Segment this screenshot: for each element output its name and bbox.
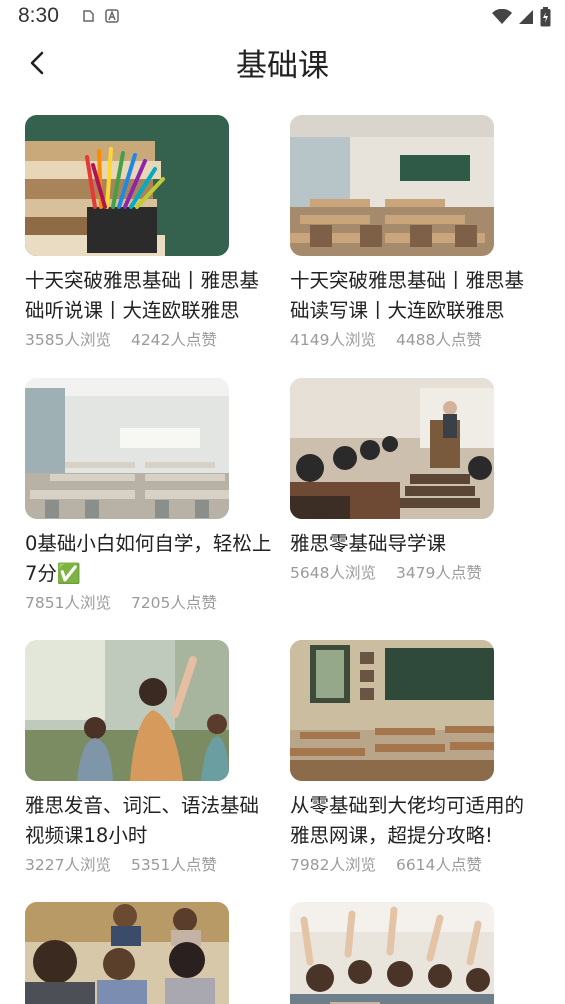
course-title: 十天突破雅思基础丨雅思基础读写课丨大连欧联雅思	[290, 269, 525, 322]
status-bar: 8:30	[0, 0, 565, 34]
course-card[interactable]: 雅思零基础导学课 5648人浏览 3479人点赞	[290, 378, 540, 583]
notification-icon	[81, 8, 95, 27]
wifi-icon	[492, 8, 512, 29]
course-title: 0基础小白如何自学，轻松上7分✅	[25, 532, 272, 585]
app-a-icon	[105, 8, 119, 27]
like-count: 3479人点赞	[395, 564, 482, 582]
course-card[interactable]: 从零基础到大佬均可适用的雅思网课，超提分攻略! 7982人浏览 6614人点赞	[290, 640, 540, 875]
like-count: 4242人点赞	[130, 331, 217, 349]
course-card[interactable]	[290, 902, 540, 1004]
course-thumbnail	[25, 640, 229, 781]
course-title: 十天突破雅思基础丨雅思基础听说课丨大连欧联雅思	[25, 269, 260, 322]
course-title: 雅思零基础导学课	[290, 532, 447, 555]
like-count: 7205人点赞	[130, 594, 217, 612]
page-title: 基础课	[236, 48, 329, 84]
course-card[interactable]: 雅思发音、词汇、语法基础视频课18小时 3227人浏览 5351人点赞	[25, 640, 275, 875]
course-thumbnail	[25, 902, 229, 1004]
view-count: 3585人浏览	[25, 331, 111, 349]
course-thumbnail	[25, 378, 229, 519]
course-title: 雅思发音、词汇、语法基础视频课18小时	[25, 794, 260, 847]
like-count: 6614人点赞	[395, 856, 482, 874]
view-count: 3227人浏览	[25, 856, 111, 874]
app-header: 基础课	[0, 34, 565, 90]
course-thumbnail	[290, 115, 494, 256]
course-card[interactable]	[25, 902, 275, 1004]
view-count: 7851人浏览	[25, 594, 111, 612]
like-count: 4488人点赞	[395, 331, 482, 349]
course-card[interactable]: 十天突破雅思基础丨雅思基础读写课丨大连欧联雅思 4149人浏览 4488人点赞	[290, 115, 540, 350]
course-title: 从零基础到大佬均可适用的雅思网课，超提分攻略!	[290, 794, 525, 847]
status-time: 8:30	[18, 4, 59, 27]
course-card[interactable]: 0基础小白如何自学，轻松上7分✅ 7851人浏览 7205人点赞	[25, 378, 275, 613]
course-card[interactable]: 十天突破雅思基础丨雅思基础听说课丨大连欧联雅思 3585人浏览 4242人点赞	[25, 115, 275, 350]
course-thumbnail	[290, 640, 494, 781]
course-thumbnail	[25, 115, 229, 256]
view-count: 7982人浏览	[290, 856, 376, 874]
view-count: 4149人浏览	[290, 331, 376, 349]
battery-icon	[540, 7, 551, 31]
like-count: 5351人点赞	[130, 856, 217, 874]
course-thumbnail	[290, 902, 494, 1004]
signal-icon	[518, 9, 534, 29]
course-thumbnail	[290, 378, 494, 519]
view-count: 5648人浏览	[290, 564, 376, 582]
